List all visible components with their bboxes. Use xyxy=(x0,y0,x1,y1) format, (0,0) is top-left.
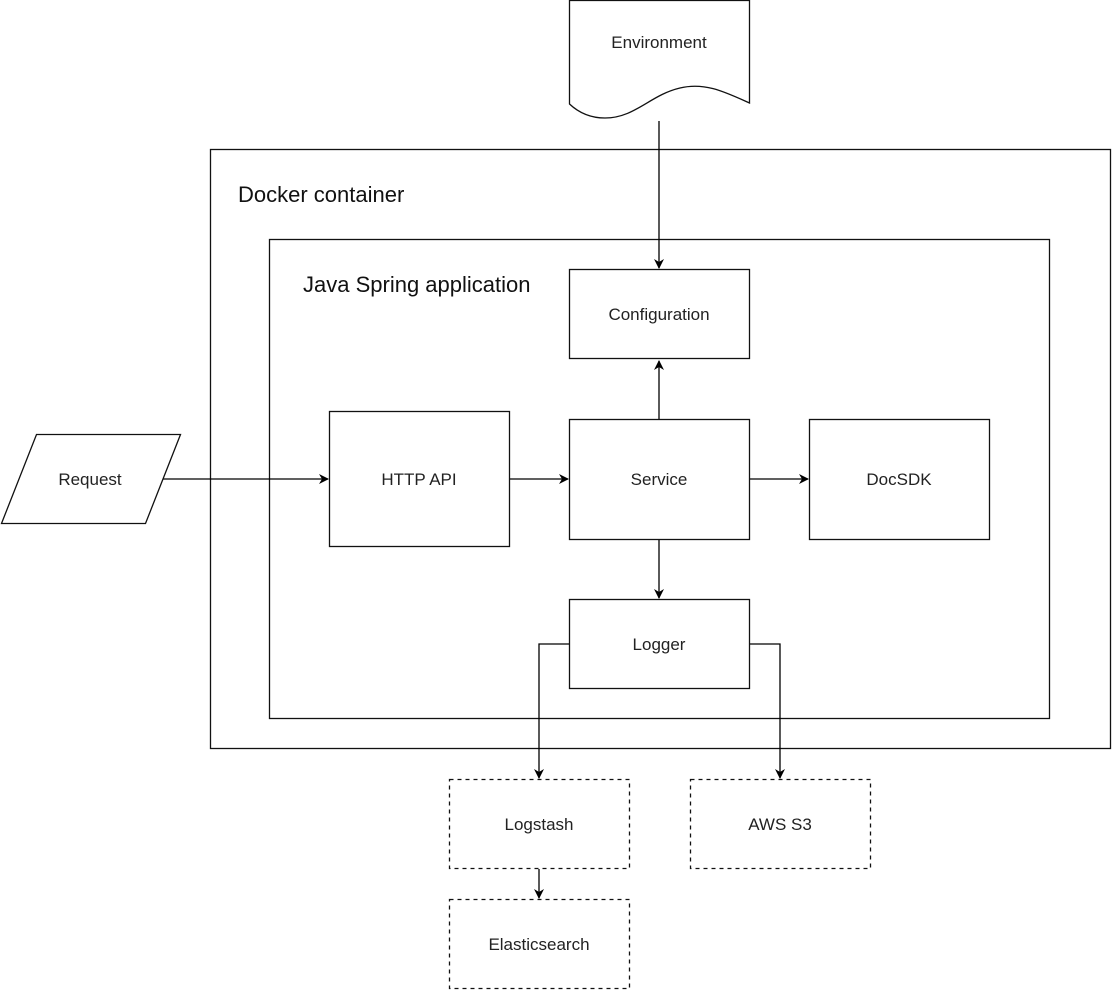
node-elasticsearch-label: Elasticsearch xyxy=(488,935,589,954)
node-http-api-label: HTTP API xyxy=(381,470,456,489)
node-aws-s3[interactable]: AWS S3 xyxy=(689,778,872,870)
node-environment-label: Environment xyxy=(611,33,707,52)
node-environment[interactable]: Environment xyxy=(568,0,751,119)
node-request[interactable]: Request xyxy=(0,433,182,525)
edge-logger-logstash xyxy=(534,643,569,779)
node-http-api[interactable]: HTTP API xyxy=(328,410,511,548)
node-logger-label: Logger xyxy=(633,635,686,654)
node-docsdk-label: DocSDK xyxy=(866,470,932,489)
node-logstash[interactable]: Logstash xyxy=(448,778,631,870)
node-service[interactable]: Service xyxy=(568,418,751,541)
node-logstash-label: Logstash xyxy=(505,815,574,834)
node-docsdk[interactable]: DocSDK xyxy=(808,418,991,541)
architecture-diagram: Docker container Java Spring application… xyxy=(0,0,1112,990)
node-service-label: Service xyxy=(631,470,688,489)
docker-container-label: Docker container xyxy=(238,182,404,207)
document-shape xyxy=(568,0,751,119)
node-elasticsearch[interactable]: Elasticsearch xyxy=(448,898,631,990)
node-aws-s3-label: AWS S3 xyxy=(748,815,812,834)
node-configuration-label: Configuration xyxy=(608,305,709,324)
node-logger[interactable]: Logger xyxy=(568,598,751,690)
node-request-label: Request xyxy=(58,470,122,489)
spring-application-label: Java Spring application xyxy=(303,272,530,297)
node-configuration[interactable]: Configuration xyxy=(568,268,751,360)
edge-logger-aws-s3 xyxy=(750,643,785,779)
